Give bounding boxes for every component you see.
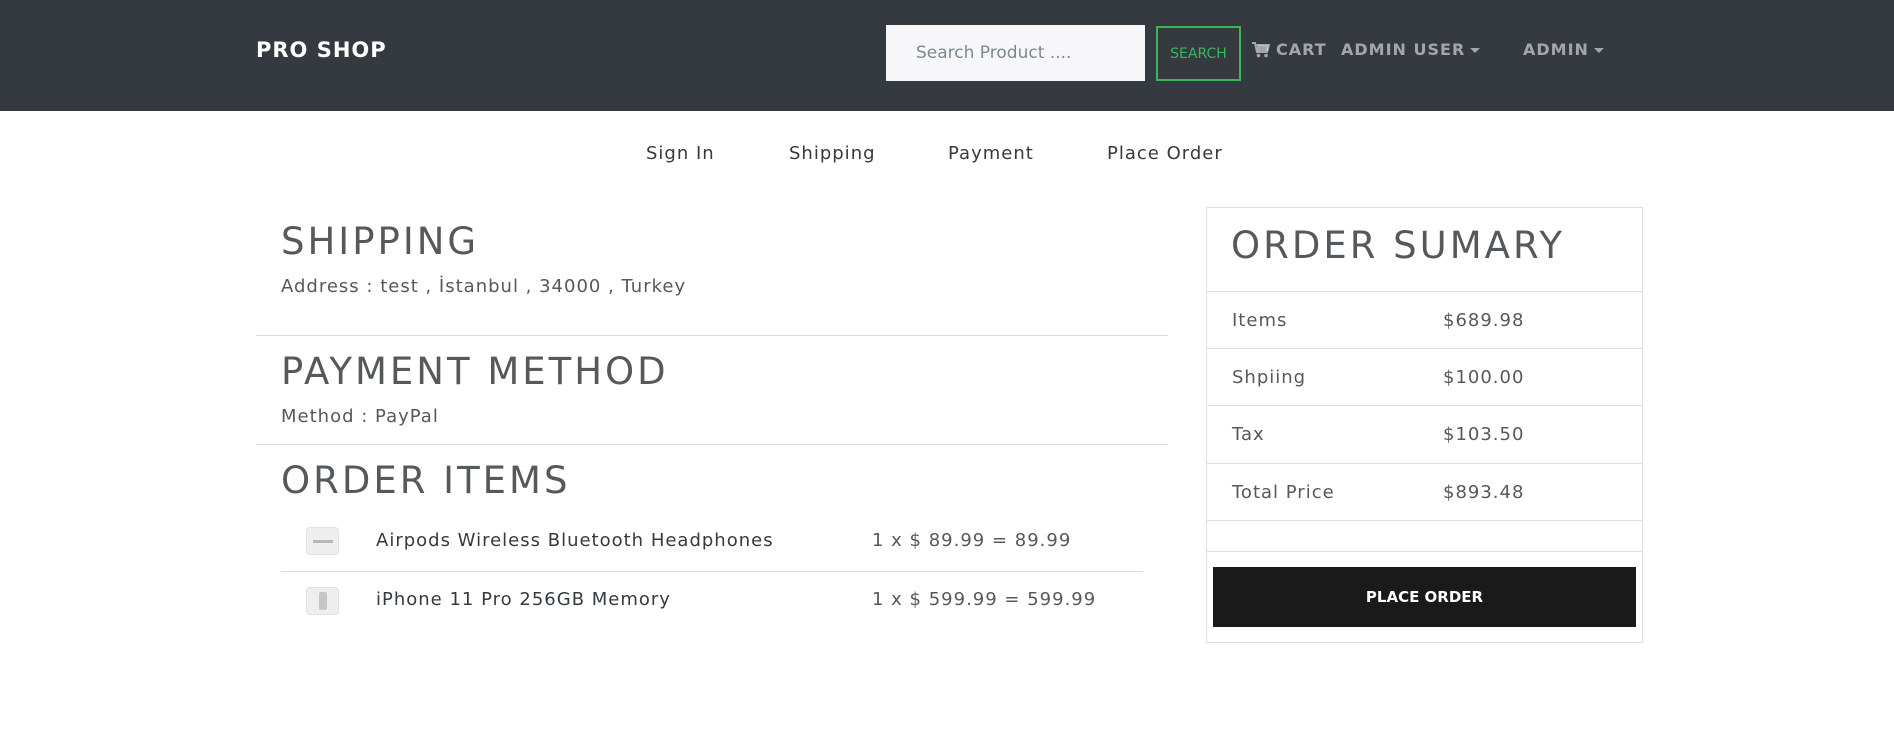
- divider: [281, 571, 1143, 572]
- step-payment[interactable]: Payment: [948, 143, 1034, 164]
- divider: [1207, 520, 1642, 521]
- summary-total-value: $893.48: [1443, 482, 1525, 503]
- divider: [256, 335, 1168, 336]
- search-button[interactable]: SEARCH: [1156, 26, 1241, 81]
- chevron-down-icon: [1470, 48, 1481, 53]
- search-input[interactable]: [886, 25, 1145, 81]
- summary-items-label: Items: [1232, 310, 1288, 331]
- brand-logo[interactable]: PRO SHOP: [256, 38, 387, 62]
- summary-tax-label: Tax: [1232, 424, 1265, 445]
- user-menu-label: ADMIN USER: [1341, 40, 1466, 59]
- divider: [1207, 348, 1642, 349]
- item-total: 1 x $ 599.99 = 599.99: [872, 589, 1097, 610]
- product-image[interactable]: [306, 527, 339, 555]
- payment-heading: PAYMENT METHOD: [281, 350, 669, 393]
- item-total: 1 x $ 89.99 = 89.99: [872, 530, 1072, 551]
- divider: [1207, 551, 1642, 552]
- cart-link[interactable]: CART: [1252, 40, 1327, 59]
- product-name-link[interactable]: iPhone 11 Pro 256GB Memory: [376, 589, 671, 610]
- shipping-address: Address : test , İstanbul , 34000 , Turk…: [281, 276, 687, 297]
- divider: [256, 444, 1168, 445]
- order-summary-card: ORDER SUMARY Items $689.98 Shpiing $100.…: [1206, 207, 1643, 643]
- cart-icon: [1252, 41, 1270, 57]
- divider: [1207, 463, 1642, 464]
- product-name-link[interactable]: Airpods Wireless Bluetooth Headphones: [376, 530, 774, 551]
- step-sign-in[interactable]: Sign In: [646, 143, 715, 164]
- summary-shipping-value: $100.00: [1443, 367, 1525, 388]
- step-place-order[interactable]: Place Order: [1107, 143, 1223, 164]
- chevron-down-icon: [1593, 48, 1604, 53]
- summary-total-label: Total Price: [1232, 482, 1335, 503]
- shipping-heading: SHIPPING: [281, 220, 480, 263]
- summary-items-value: $689.98: [1443, 310, 1525, 331]
- payment-method: Method : PayPal: [281, 406, 439, 427]
- divider: [1207, 291, 1642, 292]
- summary-tax-value: $103.50: [1443, 424, 1525, 445]
- admin-menu-label: ADMIN: [1523, 40, 1589, 59]
- user-menu-dropdown[interactable]: ADMIN USER: [1341, 40, 1481, 59]
- order-items-heading: ORDER ITEMS: [281, 459, 571, 502]
- cart-label: CART: [1276, 40, 1327, 59]
- summary-shipping-label: Shpiing: [1232, 367, 1307, 388]
- order-summary-heading: ORDER SUMARY: [1231, 224, 1565, 267]
- product-image[interactable]: [306, 587, 339, 615]
- admin-menu-dropdown[interactable]: ADMIN: [1523, 40, 1604, 59]
- navbar: PRO SHOP SEARCH CART ADMIN USER ADMIN: [0, 0, 1894, 111]
- divider: [1207, 405, 1642, 406]
- step-shipping[interactable]: Shipping: [789, 143, 876, 164]
- place-order-button[interactable]: PLACE ORDER: [1213, 567, 1636, 627]
